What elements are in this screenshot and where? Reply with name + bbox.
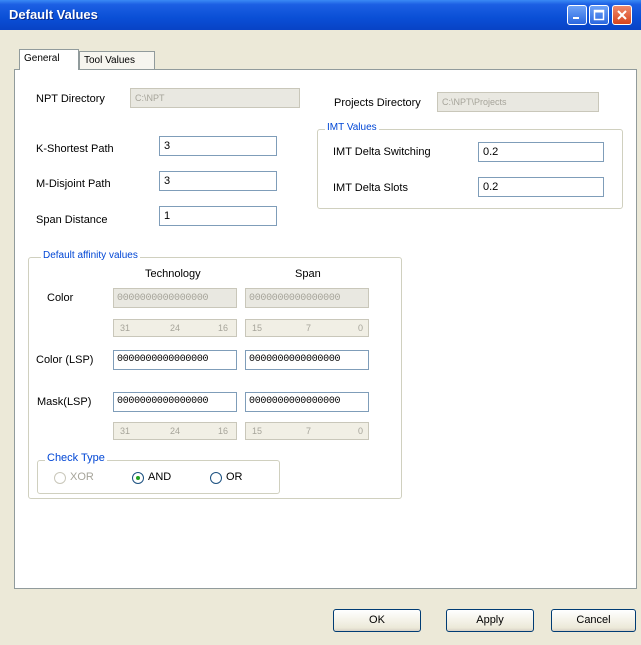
and-radio[interactable] [132,472,144,484]
color-span-bit-ruler: 15 7 0 [245,319,369,337]
imt-values-legend: IMT Values [325,122,379,133]
imt-delta-switching-input[interactable]: 0.2 [478,142,604,162]
k-shortest-path-input[interactable]: 3 [159,136,277,156]
apply-button[interactable]: Apply [446,609,534,632]
mask-lsp-label: Mask(LSP) [37,396,92,408]
title-bar: Default Values [0,0,641,31]
k-shortest-path-label: K-Shortest Path [36,143,114,155]
projects-directory-field: C:\NPT\Projects [437,92,599,112]
span-distance-label: Span Distance [36,214,108,226]
tab-general[interactable]: General [19,49,79,70]
maximize-icon [593,9,605,21]
span-distance-input[interactable]: 1 [159,206,277,226]
affinity-legend: Default affinity values [41,250,140,261]
imt-delta-switching-label: IMT Delta Switching [333,146,431,158]
span-column-header: Span [295,268,321,280]
imt-values-group [317,129,623,209]
minimize-icon [573,17,579,19]
xor-radio [54,472,66,484]
or-radio[interactable] [210,472,222,484]
close-icon [617,10,627,20]
cancel-button[interactable]: Cancel [551,609,636,632]
npt-directory-label: NPT Directory [36,93,105,105]
window-title: Default Values [9,7,98,22]
minimize-button[interactable] [567,5,587,25]
projects-directory-label: Projects Directory [334,97,421,109]
color-span-field: 0000000000000000 [245,288,369,308]
maximize-button[interactable] [589,5,609,25]
color-technology-field: 0000000000000000 [113,288,237,308]
and-radio-label[interactable]: AND [148,471,171,483]
ok-button[interactable]: OK [333,609,421,632]
color-lsp-span-input[interactable]: 0000000000000000 [245,350,369,370]
color-lsp-label: Color (LSP) [36,354,94,366]
npt-directory-field: C:\NPT [130,88,300,108]
imt-delta-slots-label: IMT Delta Slots [333,182,408,194]
color-technology-bit-ruler: 31 24 16 [113,319,237,337]
xor-radio-label: XOR [70,471,94,483]
m-disjoint-path-label: M-Disjoint Path [36,178,111,190]
mask-lsp-technology-input[interactable]: 0000000000000000 [113,392,237,412]
or-radio-label[interactable]: OR [226,471,243,483]
mask-technology-bit-ruler: 31 24 16 [113,422,237,440]
technology-column-header: Technology [145,268,201,280]
imt-delta-slots-input[interactable]: 0.2 [478,177,604,197]
tab-tool-values[interactable]: Tool Values [79,51,155,69]
check-type-legend: Check Type [45,452,107,464]
color-lsp-technology-input[interactable]: 0000000000000000 [113,350,237,370]
m-disjoint-path-input[interactable]: 3 [159,171,277,191]
mask-span-bit-ruler: 15 7 0 [245,422,369,440]
color-label: Color [47,292,74,304]
close-button[interactable] [612,5,632,25]
mask-lsp-span-input[interactable]: 0000000000000000 [245,392,369,412]
